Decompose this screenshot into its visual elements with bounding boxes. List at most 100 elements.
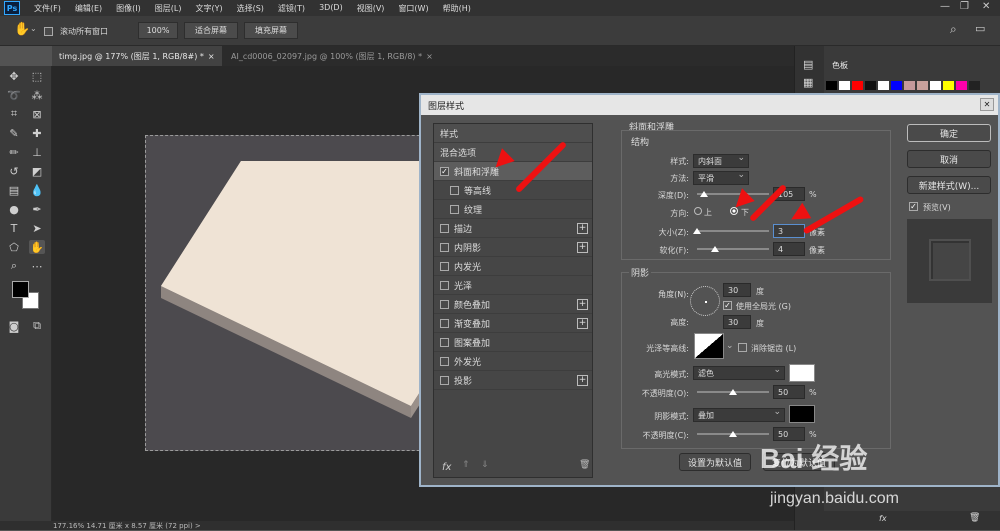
- workspace-icon[interactable]: ▭: [975, 22, 985, 35]
- highlight-opacity-thumb[interactable]: [729, 389, 737, 395]
- new-style-button[interactable]: 新建样式(W)...: [907, 176, 991, 194]
- swatch[interactable]: [852, 81, 863, 90]
- preview-checkbox[interactable]: ✓: [909, 202, 918, 211]
- restore-icon[interactable]: ❐: [960, 1, 969, 12]
- menu-item[interactable]: 帮助(H): [443, 3, 471, 14]
- eraser-icon[interactable]: ◩: [29, 164, 45, 178]
- history-panel-icon[interactable]: ▤: [803, 58, 813, 71]
- global-light-checkbox[interactable]: ✓: [723, 301, 732, 310]
- trash-icon[interactable]: 🗑: [579, 460, 590, 470]
- swatch[interactable]: [904, 81, 915, 90]
- trash-icon[interactable]: 🗑: [969, 513, 980, 523]
- style-list-header[interactable]: 样式: [434, 124, 592, 143]
- style-item[interactable]: 颜色叠加 +: [434, 295, 592, 314]
- pen-tool-icon[interactable]: ✒: [29, 202, 45, 216]
- tab-ai-cd0006[interactable]: AI_cd0006_02097.jpg @ 100% (图层 1, RGB/8)…: [224, 46, 434, 66]
- highlight-opacity-input[interactable]: 50: [773, 385, 805, 399]
- cancel-button[interactable]: 取消: [907, 150, 991, 168]
- method-select[interactable]: 平滑: [693, 170, 749, 185]
- style-item-checkbox[interactable]: [440, 318, 449, 328]
- menu-item[interactable]: 文字(Y): [195, 3, 222, 14]
- style-item-checkbox[interactable]: [440, 242, 449, 252]
- altitude-input[interactable]: 30: [723, 315, 751, 329]
- soften-slider[interactable]: [697, 248, 769, 250]
- chevron-down-icon[interactable]: ⌄: [30, 24, 37, 33]
- highlight-color-swatch[interactable]: [789, 364, 815, 382]
- style-item[interactable]: 纹理: [434, 200, 592, 219]
- soften-input[interactable]: 4: [773, 242, 805, 256]
- style-item-checkbox[interactable]: [440, 261, 449, 271]
- shadow-color-swatch[interactable]: [789, 405, 815, 423]
- swatch[interactable]: [943, 81, 954, 90]
- antialias-checkbox[interactable]: [738, 343, 747, 352]
- swatch[interactable]: [865, 81, 876, 90]
- style-item[interactable]: 等高线: [434, 181, 592, 200]
- style-item-checkbox[interactable]: [440, 280, 449, 290]
- swatch[interactable]: [956, 81, 967, 90]
- stamp-tool-icon[interactable]: ⊥: [29, 145, 45, 159]
- properties-panel-icon[interactable]: ▦: [803, 76, 813, 89]
- size-slider-thumb[interactable]: [693, 228, 701, 234]
- shadow-opacity-thumb[interactable]: [729, 431, 737, 437]
- move-up-icon[interactable]: ⇑: [462, 460, 470, 470]
- style-item[interactable]: 图案叠加: [434, 333, 592, 352]
- zoom-tool-icon[interactable]: ⌕: [6, 259, 22, 273]
- add-effect-icon[interactable]: +: [577, 241, 588, 253]
- zoom-100-button[interactable]: 100%: [138, 22, 178, 39]
- history-brush-icon[interactable]: ↺: [6, 164, 22, 178]
- hand-tool-icon[interactable]: ✋: [29, 240, 45, 254]
- soften-slider-thumb[interactable]: [711, 246, 719, 252]
- size-input[interactable]: 3: [773, 224, 805, 238]
- type-tool-icon[interactable]: T: [6, 221, 22, 235]
- style-item-checkbox[interactable]: [440, 223, 449, 233]
- search-icon[interactable]: ⌕: [950, 22, 957, 37]
- crop-tool-icon[interactable]: ⌗: [6, 107, 22, 121]
- style-item-checkbox[interactable]: [450, 204, 459, 214]
- size-slider[interactable]: [697, 230, 769, 232]
- more-tools-icon[interactable]: ⋯: [29, 259, 45, 273]
- minimize-icon[interactable]: —: [940, 1, 950, 12]
- style-item[interactable]: 投影 +: [434, 371, 592, 390]
- bevel-style-select[interactable]: 内斜面: [693, 153, 749, 168]
- style-item[interactable]: 内阴影 +: [434, 238, 592, 257]
- fill-screen-button[interactable]: 填充屏幕: [244, 22, 298, 39]
- foreground-color-swatch-front[interactable]: [12, 281, 29, 298]
- direction-up-radio[interactable]: [694, 207, 702, 215]
- add-effect-icon[interactable]: +: [577, 374, 588, 386]
- frame-tool-icon[interactable]: ⊠: [29, 107, 45, 121]
- blur-tool-icon[interactable]: 💧: [29, 183, 45, 197]
- fit-screen-button[interactable]: 适合屏幕: [184, 22, 238, 39]
- marquee-tool-icon[interactable]: ⬚: [29, 69, 45, 83]
- chevron-down-icon[interactable]: ⌄: [726, 341, 734, 351]
- tab-close-icon[interactable]: ×: [426, 52, 433, 61]
- screen-mode-icon[interactable]: ⧉: [29, 319, 45, 333]
- add-effect-icon[interactable]: +: [577, 222, 588, 234]
- swatch[interactable]: [930, 81, 941, 90]
- style-item-checkbox[interactable]: [450, 185, 459, 195]
- menu-item[interactable]: 视图(V): [357, 3, 385, 14]
- set-default-button[interactable]: 设置为默认值: [679, 453, 751, 471]
- dialog-close-icon[interactable]: ✕: [980, 98, 994, 111]
- menu-item[interactable]: 图层(L): [155, 3, 182, 14]
- menu-item[interactable]: 3D(D): [319, 3, 343, 14]
- menu-item[interactable]: 编辑(E): [75, 3, 102, 14]
- shape-tool-icon[interactable]: ⬠: [6, 240, 22, 254]
- menu-item[interactable]: 图像(I): [116, 3, 141, 14]
- style-item-checkbox[interactable]: ✓: [440, 166, 449, 176]
- hand-tool-icon[interactable]: ✋: [14, 22, 30, 37]
- path-select-icon[interactable]: ➤: [29, 221, 45, 235]
- menu-item[interactable]: 文件(F): [34, 3, 61, 14]
- style-item-checkbox[interactable]: [440, 375, 449, 385]
- fx-icon[interactable]: fx: [879, 514, 887, 523]
- swatches-tab[interactable]: 色板: [832, 60, 848, 71]
- highlight-mode-select[interactable]: 滤色: [693, 365, 785, 380]
- style-item[interactable]: 外发光: [434, 352, 592, 371]
- add-effect-icon[interactable]: +: [577, 317, 588, 329]
- menu-item[interactable]: 滤镜(T): [278, 3, 305, 14]
- ok-button[interactable]: 确定: [907, 124, 991, 142]
- style-item[interactable]: 光泽: [434, 276, 592, 295]
- style-item[interactable]: 渐变叠加 +: [434, 314, 592, 333]
- swatch[interactable]: [917, 81, 928, 90]
- angle-input[interactable]: 30: [723, 283, 751, 297]
- style-item-checkbox[interactable]: [440, 299, 449, 309]
